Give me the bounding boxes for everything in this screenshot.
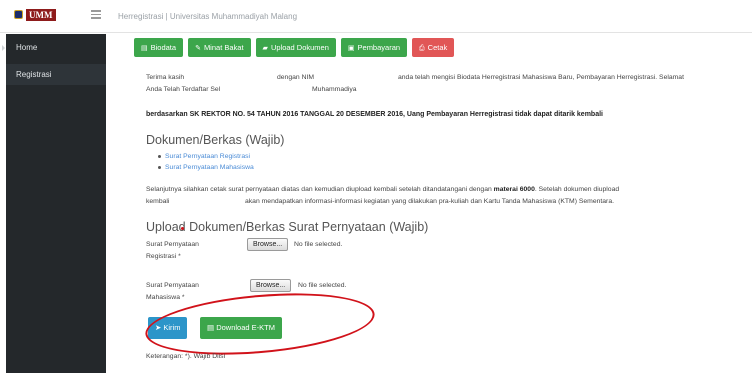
id-card-icon: ▤ (207, 323, 215, 332)
sk-rektor-notice: berdasarkan SK REKTOR NO. 54 TAHUN 2016 … (146, 111, 603, 118)
tab-label: Pembayaran (357, 43, 401, 52)
button-label: Download E-KTM (216, 323, 275, 332)
field-label: Surat Pernyataan (146, 282, 199, 289)
top-navbar: UMM Herregistrasi | Universitas Muhammad… (0, 0, 752, 33)
field-label: Surat Pernyataan (146, 241, 199, 248)
id-card-icon: ▤ (141, 45, 148, 52)
documents-heading: Dokumen/Berkas (Wajib) (146, 133, 285, 147)
doc-link-item: Surat Pernyataan Registrasi (158, 153, 250, 160)
page-title: Herregistrasi | Universitas Muhammadiyah… (118, 12, 298, 21)
instruction-line-2a: kembali (146, 198, 170, 205)
sidebar-item-label: Home (16, 43, 38, 52)
intro-text-2b: Muhammadiya (312, 86, 357, 93)
book-icon: ▰ (262, 45, 268, 52)
sidebar-item-registrasi[interactable]: Registrasi (6, 64, 106, 85)
instruction-text: . Setelah dokumen diupload (534, 186, 620, 193)
money-icon: ▣ (347, 45, 355, 52)
send-icon: ➤ (155, 323, 162, 332)
file-status: No file selected. (294, 241, 343, 248)
tab-label: Biodata (150, 43, 177, 52)
browse-registrasi-button[interactable]: Browse... (247, 238, 289, 251)
intro-text-1b: dengan NIM (277, 74, 315, 81)
upload-heading: Upload Dokumen/Berkas Surat Pernyataan (… (146, 220, 429, 234)
bullet-icon (158, 154, 161, 158)
footer-note: Keterangan: *). Wajib Diisi (146, 353, 226, 360)
university-crest-icon (14, 10, 23, 19)
file-status: No file selected. (298, 282, 347, 289)
tab-upload-dokumen[interactable]: ▰ Upload Dokumen (255, 38, 336, 57)
sidebar-item-label: Registrasi (16, 70, 52, 79)
print-icon: ⎙ (419, 45, 425, 52)
link-surat-mahasiswa[interactable]: Surat Pernyataan Mahasiswa (165, 164, 254, 171)
browse-mahasiswa-button[interactable]: Browse... (250, 279, 292, 292)
tab-label: Minat Bakat (203, 43, 244, 52)
button-label: Kirim (163, 323, 181, 332)
field-label: Mahasiswa * (146, 294, 185, 301)
annotation-dot (181, 227, 184, 230)
doc-link-item: Surat Pernyataan Mahasiswa (158, 164, 254, 171)
link-surat-registrasi[interactable]: Surat Pernyataan Registrasi (165, 153, 250, 160)
instruction-line-2b: akan mendapatkan informasi-informasi keg… (245, 198, 614, 205)
tag-icon: ✎ (195, 45, 201, 52)
materai-text: materai 6000 (493, 186, 535, 193)
tab-minat-bakat[interactable]: ✎ Minat Bakat (188, 38, 251, 57)
intro-text-1c: anda telah mengisi Biodata Herregistrasi… (398, 74, 684, 81)
sidebar: Home Registrasi (2, 34, 106, 373)
tab-label: Upload Dokumen (270, 43, 329, 52)
tab-pembayaran[interactable]: ▣ Pembayaran (340, 38, 408, 57)
intro-text-1a: Terima kasih (146, 74, 185, 81)
download-ektm-button[interactable]: ▤ Download E-KTM (200, 317, 282, 339)
tab-label: Cetak (427, 43, 448, 52)
kirim-button[interactable]: ➤ Kirim (148, 317, 188, 339)
intro-text-2a: Anda Telah Terdaftar Sel (146, 86, 221, 93)
tab-biodata[interactable]: ▤ Biodata (134, 38, 184, 57)
menu-toggle-icon[interactable] (91, 10, 101, 21)
instruction-text: Selanjutnya silahkan cetak surat pernyat… (146, 186, 492, 193)
bullet-icon (158, 165, 161, 169)
umm-logo[interactable]: UMM (14, 8, 56, 21)
tab-cetak[interactable]: ⎙ Cetak (412, 38, 455, 57)
step-tabs: ▤ Biodata ✎ Minat Bakat ▰ Upload Dokumen ▣ P… (134, 38, 455, 57)
sidebar-item-home[interactable]: Home (2, 37, 106, 58)
caret-right-icon (2, 45, 5, 51)
instruction-line-1: Selanjutnya silahkan cetak surat pernyat… (146, 186, 619, 193)
logo-text: UMM (26, 8, 56, 21)
field-label: Registrasi * (146, 253, 181, 260)
